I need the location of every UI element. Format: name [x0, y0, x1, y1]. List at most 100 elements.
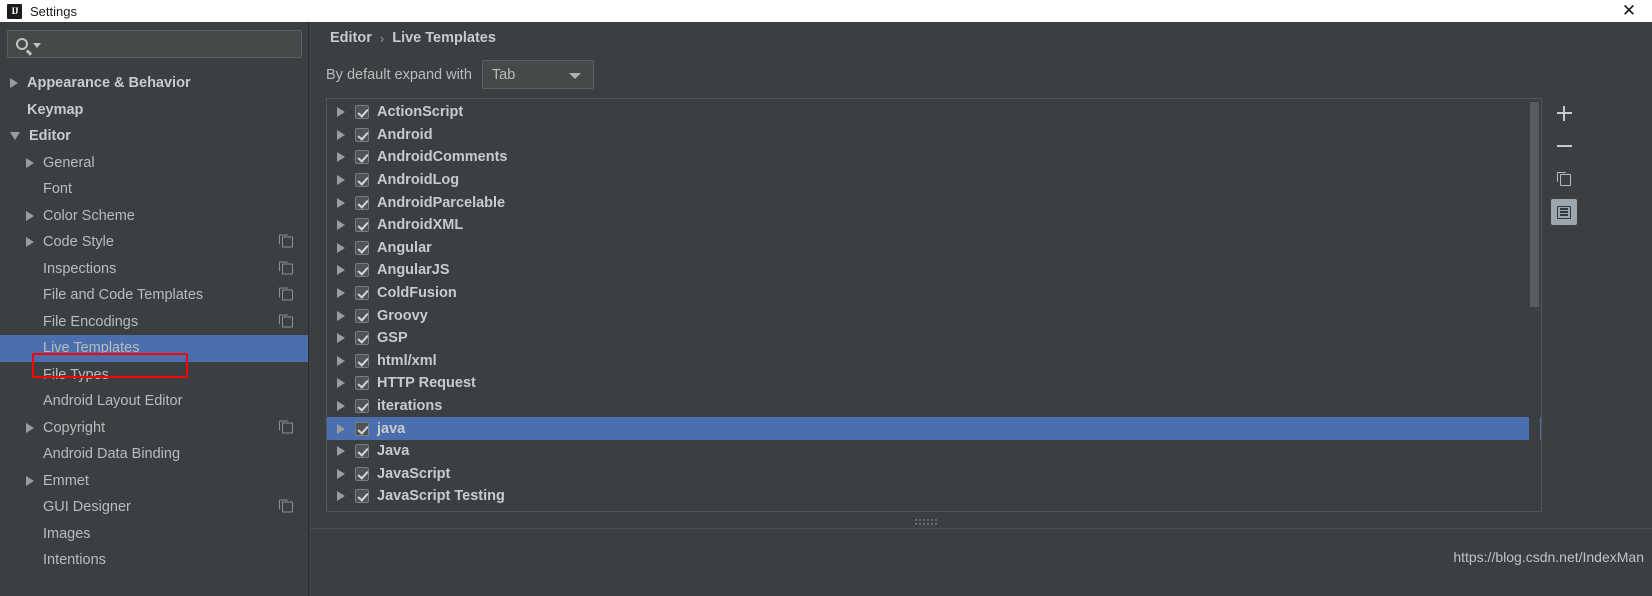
scrollbar-thumb[interactable]	[1530, 102, 1539, 307]
template-group-row[interactable]: AndroidParcelable	[327, 191, 1541, 214]
sidebar-item-keymap[interactable]: Keymap	[0, 97, 308, 124]
template-groups-list[interactable]: ActionScript Android AndroidComments Androi…	[326, 98, 1542, 512]
breadcrumb-separator-icon: ›	[379, 30, 385, 46]
template-group-row[interactable]: JavaScript Testing	[327, 485, 1541, 508]
settings-tree[interactable]: Appearance & Behavior Keymap Editor General…	[0, 70, 308, 596]
template-group-checkbox[interactable]	[355, 105, 369, 120]
sidebar-item-appearance-behavior[interactable]: Appearance & Behavior	[0, 70, 308, 97]
chevron-right-icon[interactable]	[26, 475, 34, 486]
chevron-right-icon[interactable]	[337, 333, 345, 344]
sidebar-item-color-scheme[interactable]: Color Scheme	[0, 203, 308, 230]
chevron-right-icon[interactable]	[337, 175, 345, 186]
template-group-row[interactable]: Android	[327, 124, 1541, 147]
chevron-right-icon[interactable]	[337, 152, 345, 163]
template-group-checkbox[interactable]	[355, 376, 369, 391]
chevron-right-icon[interactable]	[337, 468, 345, 479]
sidebar-item-emmet[interactable]: Emmet	[0, 468, 308, 495]
template-group-row[interactable]: HTTP Request	[327, 372, 1541, 395]
template-group-row[interactable]: Java	[327, 440, 1541, 463]
chevron-right-icon[interactable]	[337, 423, 345, 434]
template-list-scrollbar[interactable]	[1529, 100, 1540, 511]
splitter-grip-icon[interactable]	[915, 519, 937, 525]
breadcrumb-parent[interactable]: Editor	[330, 30, 372, 46]
search-input[interactable]	[49, 36, 301, 52]
template-group-checkbox[interactable]	[355, 286, 369, 301]
template-group-button[interactable]	[1551, 199, 1577, 225]
sidebar-item-file-types[interactable]: File Types	[0, 362, 308, 389]
chevron-right-icon[interactable]	[337, 265, 345, 276]
template-group-row[interactable]: iterations	[327, 395, 1541, 418]
expand-with-select[interactable]: Tab	[481, 60, 594, 89]
chevron-right-icon[interactable]	[337, 446, 345, 457]
template-group-checkbox[interactable]	[355, 150, 369, 165]
chevron-right-icon[interactable]	[337, 288, 345, 299]
duplicate-button[interactable]	[1551, 166, 1577, 192]
sidebar-item-file-and-code-templates[interactable]: File and Code Templates	[0, 282, 308, 309]
template-group-checkbox[interactable]	[355, 331, 369, 346]
template-group-checkbox[interactable]	[355, 489, 369, 504]
sidebar-item-general[interactable]: General	[0, 150, 308, 177]
sidebar-item-copyright[interactable]: Copyright	[0, 415, 308, 442]
template-group-row[interactable]: ColdFusion	[327, 282, 1541, 305]
chevron-right-icon[interactable]	[337, 401, 345, 412]
template-group-row[interactable]: ActionScript	[327, 101, 1541, 124]
chevron-right-icon[interactable]	[337, 491, 345, 502]
template-group-row[interactable]: java	[327, 417, 1541, 440]
chevron-right-icon[interactable]	[337, 220, 345, 231]
sidebar-item-live-templates[interactable]: Live Templates	[0, 335, 308, 362]
sidebar-item-images[interactable]: Images	[0, 521, 308, 548]
template-group-row[interactable]: AndroidComments	[327, 146, 1541, 169]
chevron-right-icon[interactable]	[337, 242, 345, 253]
sidebar-item-code-style[interactable]: Code Style	[0, 229, 308, 256]
sidebar-item-android-layout-editor[interactable]: Android Layout Editor	[0, 388, 308, 415]
template-group-checkbox[interactable]	[355, 353, 369, 368]
chevron-right-icon[interactable]	[337, 129, 345, 140]
search-icon[interactable]	[16, 38, 41, 50]
sidebar-item-android-data-binding[interactable]: Android Data Binding	[0, 441, 308, 468]
chevron-down-icon[interactable]	[10, 132, 20, 141]
template-group-row[interactable]: html/xml	[327, 350, 1541, 373]
template-group-checkbox[interactable]	[355, 399, 369, 414]
template-group-checkbox[interactable]	[355, 195, 369, 210]
template-group-checkbox[interactable]	[355, 218, 369, 233]
template-group-row[interactable]: GSP	[327, 327, 1541, 350]
sidebar-item-intentions[interactable]: Intentions	[0, 547, 308, 574]
caret-down-icon[interactable]	[33, 43, 41, 48]
chevron-right-icon[interactable]	[26, 422, 34, 433]
sidebar-item-font[interactable]: Font	[0, 176, 308, 203]
panel-splitter[interactable]	[310, 516, 1542, 528]
chevron-right-icon[interactable]	[26, 210, 34, 221]
chevron-right-icon[interactable]	[26, 157, 34, 168]
template-group-checkbox[interactable]	[355, 466, 369, 481]
template-group-row[interactable]: AngularJS	[327, 259, 1541, 282]
chevron-right-icon[interactable]	[337, 378, 345, 389]
remove-button[interactable]	[1551, 133, 1577, 159]
template-group-checkbox[interactable]	[355, 308, 369, 323]
template-group-checkbox[interactable]	[355, 263, 369, 278]
chevron-right-icon[interactable]	[26, 237, 34, 248]
chevron-right-icon[interactable]	[337, 107, 345, 118]
template-group-row[interactable]: Angular	[327, 237, 1541, 260]
template-group-checkbox[interactable]	[355, 173, 369, 188]
chevron-right-icon[interactable]	[337, 310, 345, 321]
chevron-right-icon[interactable]	[337, 355, 345, 366]
template-group-checkbox[interactable]	[355, 240, 369, 255]
template-group-checkbox[interactable]	[355, 444, 369, 459]
close-icon[interactable]: ✕	[1606, 0, 1652, 22]
sidebar-item-file-encodings[interactable]: File Encodings	[0, 309, 308, 336]
template-group-row[interactable]: JavaScript	[327, 463, 1541, 486]
template-group-checkbox[interactable]	[355, 127, 369, 142]
template-group-row[interactable]: AndroidXML	[327, 214, 1541, 237]
add-button[interactable]	[1551, 100, 1577, 126]
chevron-down-icon[interactable]	[568, 72, 581, 79]
sidebar-item-inspections[interactable]: Inspections	[0, 256, 308, 283]
chevron-right-icon[interactable]	[337, 197, 345, 208]
template-group-checkbox[interactable]	[355, 421, 369, 436]
search-box[interactable]	[7, 30, 302, 58]
sidebar-item-gui-designer[interactable]: GUI Designer	[0, 494, 308, 521]
template-group-row[interactable]: AndroidLog	[327, 169, 1541, 192]
template-group-row[interactable]: Groovy	[327, 304, 1541, 327]
sidebar-item-editor[interactable]: Editor	[0, 123, 308, 150]
chevron-right-icon[interactable]	[10, 78, 18, 89]
